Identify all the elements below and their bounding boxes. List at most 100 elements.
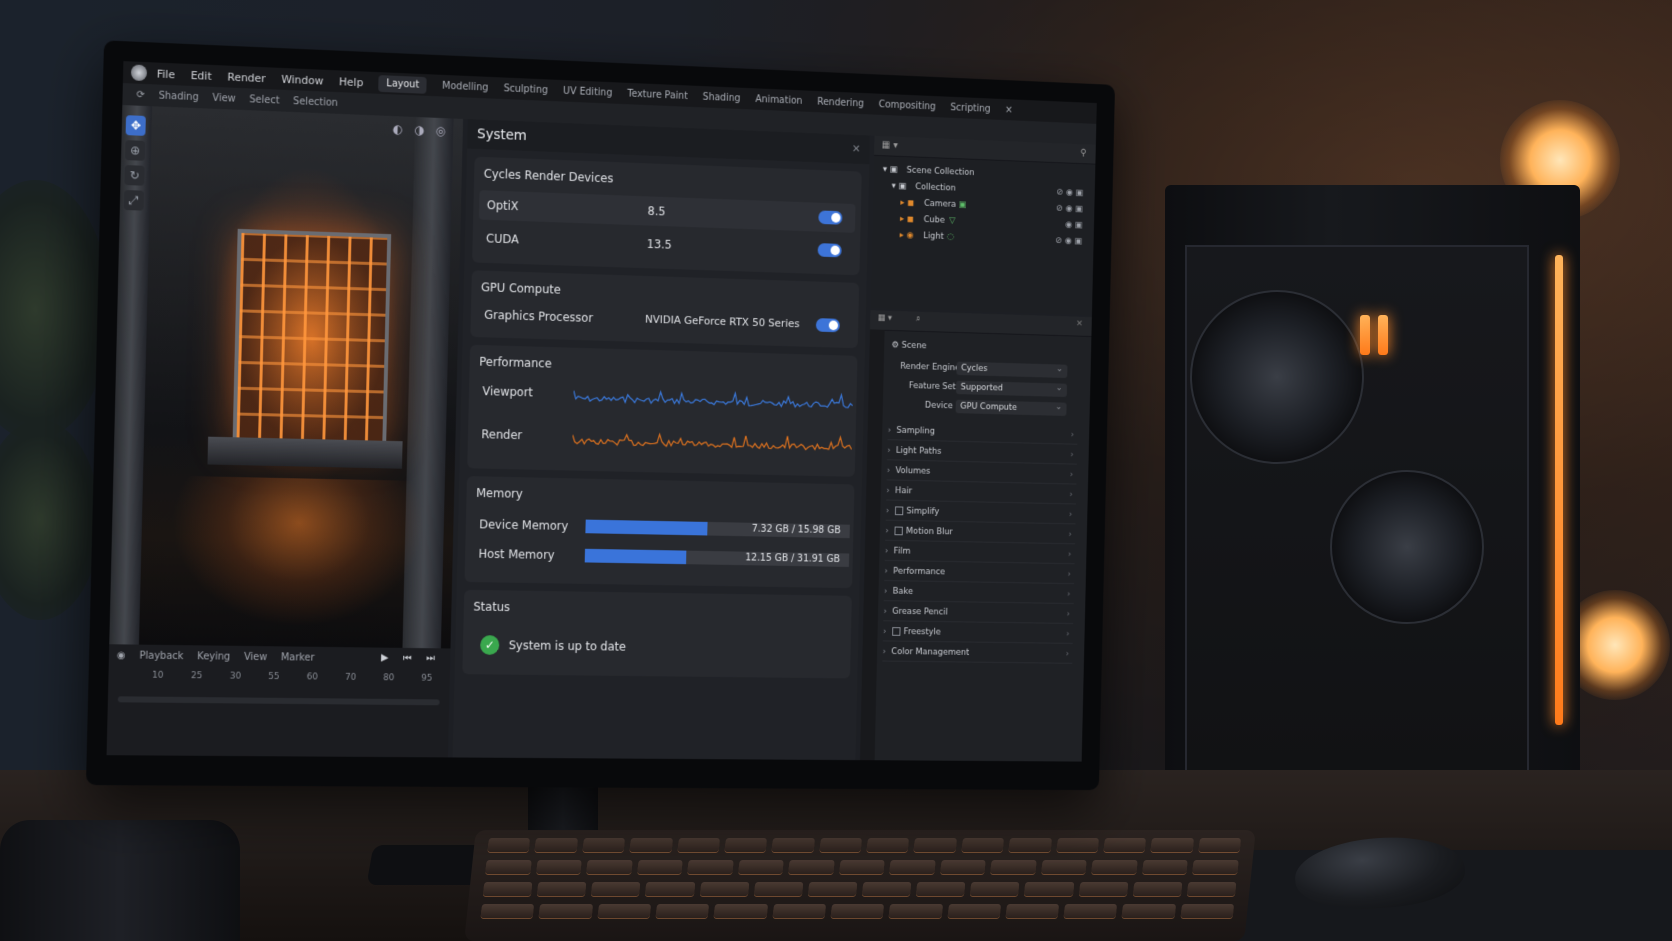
- viewport-shading-icons[interactable]: ◐ ◑ ◎: [393, 122, 450, 138]
- panel-section-performance[interactable]: › Performance ›: [884, 562, 1075, 585]
- menu-render[interactable]: Render: [227, 70, 266, 85]
- panel-section-color-management[interactable]: › Color Management ›: [882, 643, 1073, 664]
- memory-card: Memory Device Memory 7.32 GB / 15.98 GB …: [464, 476, 855, 589]
- visibility-icons[interactable]: ◉▣: [1065, 218, 1085, 235]
- section-label: Film: [893, 546, 911, 557]
- drag-handle-icon[interactable]: ›: [1066, 606, 1070, 623]
- drag-handle-icon[interactable]: ›: [1065, 646, 1069, 663]
- chevron-right-icon: ›: [887, 425, 892, 436]
- tab-compositing[interactable]: Compositing: [879, 99, 936, 112]
- collection-icon: ▾ ▣: [882, 164, 898, 175]
- timeline-mode-icon[interactable]: ◉: [117, 650, 126, 661]
- object-label: Cube: [923, 215, 945, 226]
- tab-animation[interactable]: Animation: [755, 94, 802, 107]
- tab-modelling[interactable]: Modelling: [442, 80, 488, 93]
- drag-handle-icon[interactable]: ›: [1067, 586, 1071, 603]
- device-label: Device: [924, 400, 953, 412]
- toolbar-item[interactable]: Shading: [158, 90, 198, 103]
- chevron-right-icon: ›: [882, 647, 887, 657]
- pc-fan: [1190, 290, 1364, 464]
- visibility-icons[interactable]: ⊘◉▣: [1056, 201, 1086, 218]
- device-memory-text: 7.32 GB / 15.98 GB: [751, 523, 841, 537]
- menu-file[interactable]: File: [157, 67, 175, 81]
- select-tool-icon[interactable]: ✥: [125, 115, 146, 136]
- drag-handle-icon[interactable]: ›: [1070, 466, 1074, 483]
- object-label: Camera: [923, 198, 957, 210]
- section-checkbox[interactable]: [894, 506, 903, 516]
- floor-reflection: [169, 475, 426, 629]
- tab-layout[interactable]: Layout: [378, 74, 428, 94]
- visibility-icons[interactable]: ⊘◉▣: [1056, 185, 1086, 202]
- menu-help[interactable]: Help: [339, 75, 364, 89]
- panel-section-simplify[interactable]: › Simplify ›: [885, 502, 1076, 525]
- timeline: ◉ Playback Keying View Marker ▶ ⏮ ⏭ 10 2…: [106, 644, 451, 758]
- drag-handle-icon[interactable]: ›: [1066, 626, 1070, 643]
- panel-section-freestyle[interactable]: › Freestyle ›: [882, 623, 1074, 644]
- blender-logo-icon[interactable]: [130, 64, 148, 82]
- panel-section-bake[interactable]: › Bake ›: [883, 582, 1075, 605]
- drag-handle-icon[interactable]: ›: [1068, 526, 1072, 543]
- timeline-scrollbar[interactable]: [117, 696, 440, 706]
- search-icon[interactable]: ⌕: [916, 314, 921, 324]
- toolbar-item[interactable]: Selection: [293, 96, 338, 109]
- section-checkbox[interactable]: [891, 627, 901, 636]
- drag-handle-icon[interactable]: ›: [1069, 506, 1073, 523]
- display-mode-icon[interactable]: ▦ ▾: [881, 140, 897, 151]
- close-icon[interactable]: ✕: [852, 135, 861, 164]
- visibility-icons[interactable]: ⊘◉▣: [1055, 233, 1085, 250]
- filter-icon[interactable]: ⚲: [1080, 144, 1087, 163]
- properties-header: ▦ ▾ ⌕ ✕: [869, 310, 1092, 337]
- gpu-toggle[interactable]: [815, 318, 840, 333]
- timeline-menu-marker[interactable]: Marker: [281, 652, 315, 663]
- drag-handle-icon[interactable]: ›: [1068, 546, 1072, 563]
- panel-section-film[interactable]: › Film ›: [884, 542, 1075, 565]
- panel-section-motion-blur[interactable]: › Motion Blur ›: [885, 522, 1076, 545]
- toolbar-item[interactable]: View: [212, 92, 236, 104]
- timeline-menu-keying[interactable]: Keying: [197, 651, 230, 662]
- tab-rendering[interactable]: Rendering: [817, 96, 864, 109]
- mesh-data-icon: ▽: [948, 216, 956, 226]
- editor-type-icon[interactable]: ▦ ▾: [877, 313, 892, 323]
- playback-controls[interactable]: ▶ ⏮ ⏭: [381, 653, 441, 665]
- menu-window[interactable]: Window: [281, 72, 323, 87]
- drag-handle-icon[interactable]: ›: [1070, 446, 1074, 463]
- panel-section-volumes[interactable]: › Volumes ›: [886, 462, 1077, 485]
- feature-set-dropdown[interactable]: Supported: [955, 380, 1068, 397]
- section-checkbox[interactable]: [894, 526, 903, 536]
- panel-section-grease-pencil[interactable]: › Grease Pencil ›: [883, 603, 1074, 624]
- tab-sculpting[interactable]: Sculpting: [503, 83, 548, 96]
- device-dropdown[interactable]: GPU Compute: [955, 399, 1067, 416]
- tab-shading[interactable]: Shading: [703, 91, 741, 103]
- pc-led-light: [1360, 315, 1370, 355]
- mode-select-icon[interactable]: ⟳: [136, 89, 145, 100]
- timeline-menu-playback[interactable]: Playback: [139, 650, 183, 661]
- cursor-tool-icon[interactable]: ⊕: [124, 140, 146, 161]
- camera-icon: ▸ ◼: [900, 198, 915, 209]
- 3d-viewport[interactable]: ✥ ⊕ ↻ ⤢ ◐ ◑ ◎: [109, 105, 464, 649]
- tab-texture-paint[interactable]: Texture Paint: [627, 88, 688, 101]
- panel-section-hair[interactable]: › Hair ›: [886, 482, 1077, 505]
- drag-handle-icon[interactable]: ›: [1071, 427, 1075, 444]
- close-icon[interactable]: ×: [1005, 104, 1013, 115]
- toolbar-item[interactable]: Select: [249, 94, 279, 106]
- tab-scripting[interactable]: Scripting: [950, 102, 990, 114]
- render-engine-dropdown[interactable]: Cycles: [956, 361, 1068, 379]
- properties-editor: ▦ ▾ ⌕ ✕ ⚙ Scene Render Engine Cycles Fea…: [859, 310, 1092, 762]
- panel-section-sampling[interactable]: › Sampling ›: [887, 421, 1078, 445]
- rotate-tool-icon[interactable]: ↻: [124, 165, 145, 186]
- menu-edit[interactable]: Edit: [191, 69, 212, 83]
- drag-handle-icon[interactable]: ›: [1069, 486, 1073, 503]
- optix-toggle[interactable]: [818, 210, 843, 225]
- tab-uv-editing[interactable]: UV Editing: [563, 85, 612, 98]
- drag-handle-icon[interactable]: ›: [1067, 566, 1071, 583]
- close-icon[interactable]: ✕: [1076, 319, 1083, 329]
- card-title: Memory: [476, 486, 523, 501]
- chevron-right-icon: ›: [885, 526, 889, 537]
- status-message: System is up to date: [508, 638, 627, 654]
- device-memory-label: Device Memory: [479, 517, 569, 533]
- timeline-menu-view[interactable]: View: [244, 651, 267, 662]
- cuda-toggle[interactable]: [817, 243, 842, 258]
- scale-tool-icon[interactable]: ⤢: [123, 189, 145, 211]
- frame-tick: 95: [421, 673, 433, 684]
- panel-section-light-paths[interactable]: › Light Paths ›: [887, 442, 1078, 465]
